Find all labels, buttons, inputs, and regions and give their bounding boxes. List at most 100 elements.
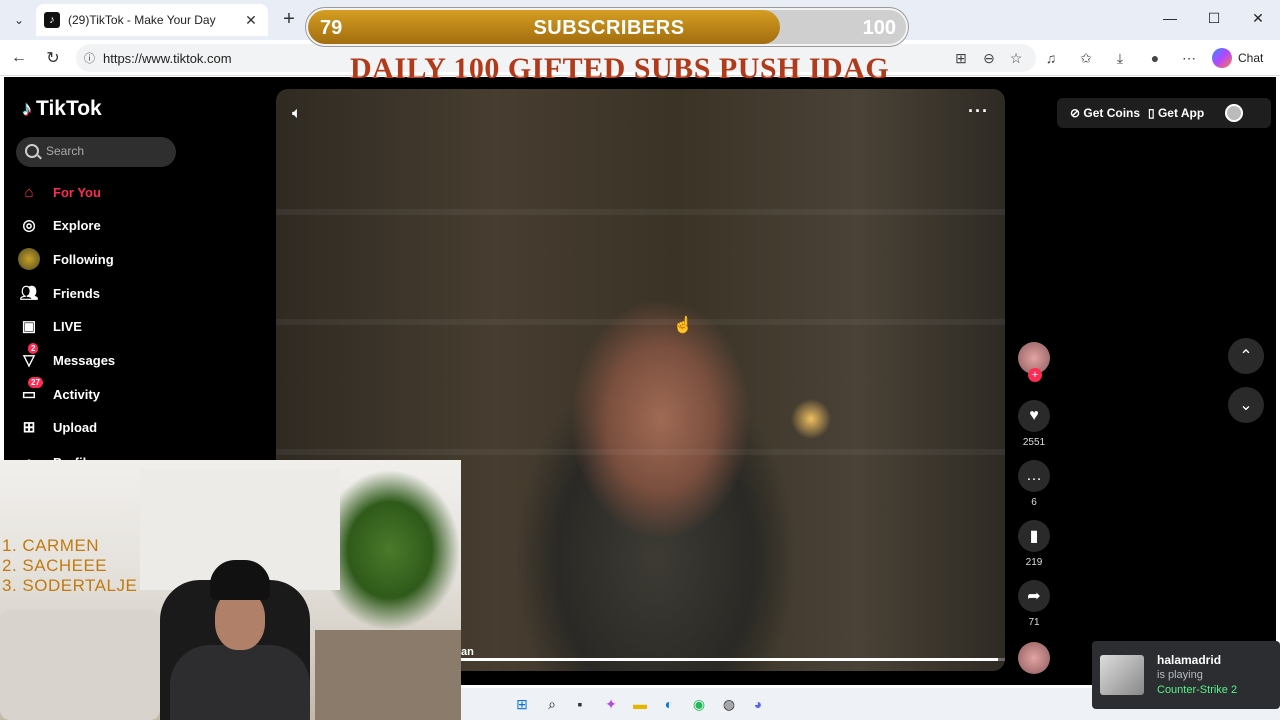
- obs-icon[interactable]: ◍: [720, 695, 738, 713]
- site-info-icon[interactable]: ⓘ: [84, 50, 98, 65]
- webcam-person-body: [170, 645, 310, 720]
- video-background-shelf: [276, 319, 1005, 325]
- downloads-icon[interactable]: ⤓: [1111, 49, 1129, 67]
- leaderboard-entry: 3. SODERTALJE: [2, 576, 138, 595]
- leaderboard-entry: 2. SACHEEE: [2, 556, 108, 575]
- nav-label: Activity: [53, 386, 100, 402]
- nav-messages[interactable]: ▽ 2 Messages: [18, 343, 116, 371]
- nav-label: Friends: [53, 285, 100, 301]
- toast-game: Counter-Strike 2: [1157, 684, 1238, 696]
- tiktok-logo[interactable]: ♪ TikTok: [22, 97, 102, 121]
- comment-count: 6: [1031, 497, 1037, 508]
- app-available-icon[interactable]: ⊞: [952, 49, 970, 67]
- webcam-person-hat: [210, 560, 270, 600]
- get-app-label: Get App: [1157, 106, 1205, 120]
- subscriber-goal-bar: 79 SUBSCRIBERS 100: [306, 8, 908, 46]
- music-disc-avatar[interactable]: [1018, 642, 1050, 674]
- refresh-icon[interactable]: ↻: [43, 48, 63, 68]
- nav-for-you[interactable]: ⌂ For You: [18, 181, 101, 203]
- share-count: 71: [1028, 617, 1040, 628]
- zoom-icon[interactable]: ⊖: [980, 49, 998, 67]
- toast-status: is playing: [1157, 669, 1203, 681]
- webcam-overlay: 1. CARMEN 2. SACHEEE 3. SODERTALJE: [0, 460, 461, 720]
- creator-avatar[interactable]: +: [1018, 342, 1050, 382]
- heart-icon[interactable]: ♥: [1018, 400, 1050, 432]
- close-window-icon[interactable]: ✕: [1248, 10, 1268, 27]
- copilot-chat-button[interactable]: Chat: [1212, 46, 1263, 70]
- nav-explore[interactable]: ◎ Explore: [18, 214, 101, 236]
- messages-badge: 2: [28, 343, 39, 354]
- volume-icon[interactable]: 🔈︎: [292, 105, 302, 123]
- video-caption-fragment: an: [461, 646, 474, 658]
- get-app-button[interactable]: ▯ Get App: [1148, 106, 1204, 120]
- webcam-sofa: [0, 610, 160, 720]
- hand-cursor-icon: ☝: [673, 317, 693, 334]
- follow-plus-icon[interactable]: +: [1028, 368, 1042, 382]
- upload-icon: ⊞: [22, 419, 36, 436]
- nav-label: For You: [53, 184, 101, 200]
- nav-label: Upload: [53, 419, 98, 435]
- back-icon[interactable]: ←: [9, 48, 29, 68]
- copilot-taskbar-icon[interactable]: ✦: [602, 695, 620, 713]
- game-thumbnail: [1100, 655, 1144, 695]
- comment-icon[interactable]: …: [1018, 460, 1050, 492]
- search-box[interactable]: [16, 137, 176, 167]
- more-options-icon[interactable]: ···: [968, 101, 989, 122]
- toast-username: halamadrid: [1157, 653, 1222, 667]
- next-video-chevron-down-icon[interactable]: ⌄: [1228, 387, 1264, 423]
- tab-actions-dropdown-icon[interactable]: ⌄: [8, 9, 30, 31]
- activity-icon: ▭ 27: [18, 377, 43, 405]
- gifter-leaderboard: 1. CARMEN 2. SACHEEE 3. SODERTALJE: [2, 536, 137, 596]
- search-icon[interactable]: ⌕: [543, 695, 561, 713]
- like-action[interactable]: ♥ 2551: [1017, 400, 1051, 448]
- share-icon[interactable]: ➦: [1018, 580, 1050, 612]
- save-action[interactable]: ▮ 219: [1017, 520, 1051, 568]
- file-explorer-icon[interactable]: ▬: [631, 695, 649, 713]
- task-view-icon[interactable]: ▪: [571, 695, 589, 713]
- media-control-icon[interactable]: ♫: [1042, 49, 1060, 67]
- get-coins-button[interactable]: ⊘ Get Coins: [1070, 106, 1140, 120]
- chat-label: Chat: [1238, 51, 1264, 65]
- maximize-icon[interactable]: ☐: [1204, 10, 1224, 27]
- video-background-shelf: [276, 209, 1005, 215]
- bookmark-icon[interactable]: ▮: [1018, 520, 1050, 552]
- spotify-icon[interactable]: ◉: [690, 695, 708, 713]
- nav-label: LIVE: [53, 318, 82, 334]
- following-avatar-icon: [18, 248, 40, 270]
- discord-activity-toast[interactable]: halamadrid is playing Counter-Strike 2: [1092, 641, 1280, 709]
- nav-upload[interactable]: ⊞ Upload: [18, 416, 97, 438]
- favorite-star-icon[interactable]: ☆: [1007, 49, 1025, 67]
- tiktok-note-icon: ♪: [22, 97, 32, 120]
- start-icon[interactable]: ⊞: [513, 695, 531, 713]
- like-count: 2551: [1022, 437, 1046, 448]
- comment-action[interactable]: … 6: [1017, 460, 1051, 508]
- nav-following[interactable]: Following: [18, 248, 114, 270]
- previous-video-chevron-up-icon[interactable]: ⌃: [1228, 338, 1264, 374]
- nav-live[interactable]: ▣ LIVE: [18, 315, 82, 337]
- discord-icon[interactable]: ◕: [749, 695, 767, 713]
- user-avatar[interactable]: [1225, 104, 1243, 122]
- logo-text: TikTok: [36, 97, 102, 120]
- share-action[interactable]: ➦ 71: [1017, 580, 1051, 628]
- nav-label: Explore: [53, 217, 101, 233]
- close-tab-icon[interactable]: ✕: [242, 12, 260, 29]
- minimize-icon[interactable]: —: [1160, 10, 1180, 26]
- favorites-icon[interactable]: ✩: [1077, 49, 1095, 67]
- browser-tab[interactable]: ♪ (29)TikTok - Make Your Day ✕: [36, 4, 268, 36]
- search-icon: [25, 144, 39, 158]
- tab-title: (29)TikTok - Make Your Day: [68, 13, 216, 27]
- nav-label: Messages: [53, 352, 116, 368]
- url-text[interactable]: https://www.tiktok.com: [103, 51, 232, 66]
- new-tab-icon[interactable]: +: [278, 8, 300, 30]
- leaderboard-entry: 1. CARMEN: [2, 536, 100, 555]
- more-menu-icon[interactable]: ⋯: [1180, 49, 1198, 67]
- profile-avatar-icon[interactable]: ●: [1146, 49, 1164, 67]
- home-icon: ⌂: [24, 183, 34, 201]
- nav-activity[interactable]: ▭ 27 Activity: [18, 377, 100, 405]
- subscriber-goal: 100: [862, 17, 896, 39]
- activity-badge: 27: [28, 377, 43, 388]
- get-coins-label: Get Coins: [1083, 106, 1141, 120]
- edge-icon[interactable]: ◐: [660, 695, 678, 713]
- search-input[interactable]: [46, 144, 166, 158]
- nav-friends[interactable]: 👥︎ Friends: [18, 282, 100, 304]
